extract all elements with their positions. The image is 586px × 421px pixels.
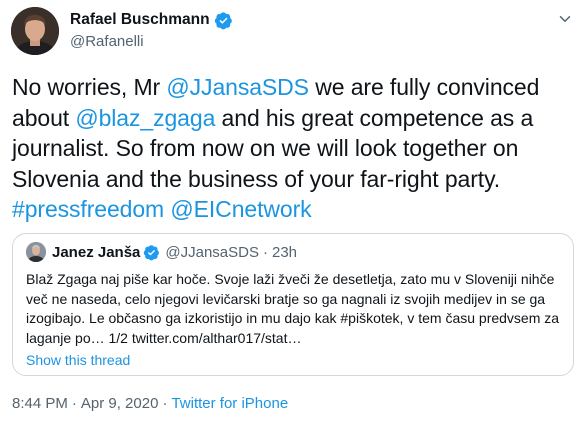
author-avatar[interactable] — [11, 7, 59, 55]
separator-dot: · — [71, 395, 77, 412]
mention-link[interactable]: @blaz_zgaga — [75, 105, 215, 131]
verified-badge-icon — [214, 11, 232, 29]
verified-badge-icon — [144, 244, 160, 260]
quoted-timestamp[interactable]: 23h — [272, 244, 297, 261]
quoted-tweet[interactable]: Janez Janša @JJansaSDS · 23h Blaž Zgaga … — [12, 233, 574, 376]
quoted-tweet-text: Blaž Zgaga naj piše kar hoče. Svoje laži… — [26, 271, 560, 346]
quoted-tweet-header: Janez Janša @JJansaSDS · 23h — [26, 242, 297, 262]
mention-link[interactable]: @EICnetwork — [170, 196, 311, 222]
chevron-down-icon[interactable] — [556, 10, 574, 28]
tweet-card: Rafael Buschmann @Rafanelli No worries, … — [0, 0, 586, 421]
tweet-meta: 8:44 PM · Apr 9, 2020 · Twitter for iPho… — [12, 395, 288, 412]
quoted-author-name: Janez Janša — [52, 243, 141, 261]
tweet-time[interactable]: 8:44 PM — [12, 395, 68, 412]
separator-dot: · — [263, 243, 268, 261]
quoted-author-handle: @JJansaSDS — [165, 243, 259, 261]
author-name-row: Rafael Buschmann — [70, 10, 233, 30]
tweet-date[interactable]: Apr 9, 2020 — [81, 395, 159, 412]
author-handle[interactable]: @Rafanelli — [70, 33, 144, 50]
separator-dot: · — [162, 395, 168, 412]
mention-link[interactable]: @JJansaSDS — [166, 74, 309, 100]
tweet-text-segment: No worries, Mr — [12, 74, 167, 100]
tweet-text: No worries, Mr @JJansaSDS we are fully c… — [12, 72, 577, 225]
quoted-author-avatar — [26, 242, 46, 262]
author-name[interactable]: Rafael Buschmann — [70, 11, 210, 29]
tweet-source-link[interactable]: Twitter for iPhone — [171, 395, 288, 412]
hashtag-link[interactable]: #pressfreedom — [12, 196, 164, 222]
show-thread-link[interactable]: Show this thread — [26, 352, 130, 368]
